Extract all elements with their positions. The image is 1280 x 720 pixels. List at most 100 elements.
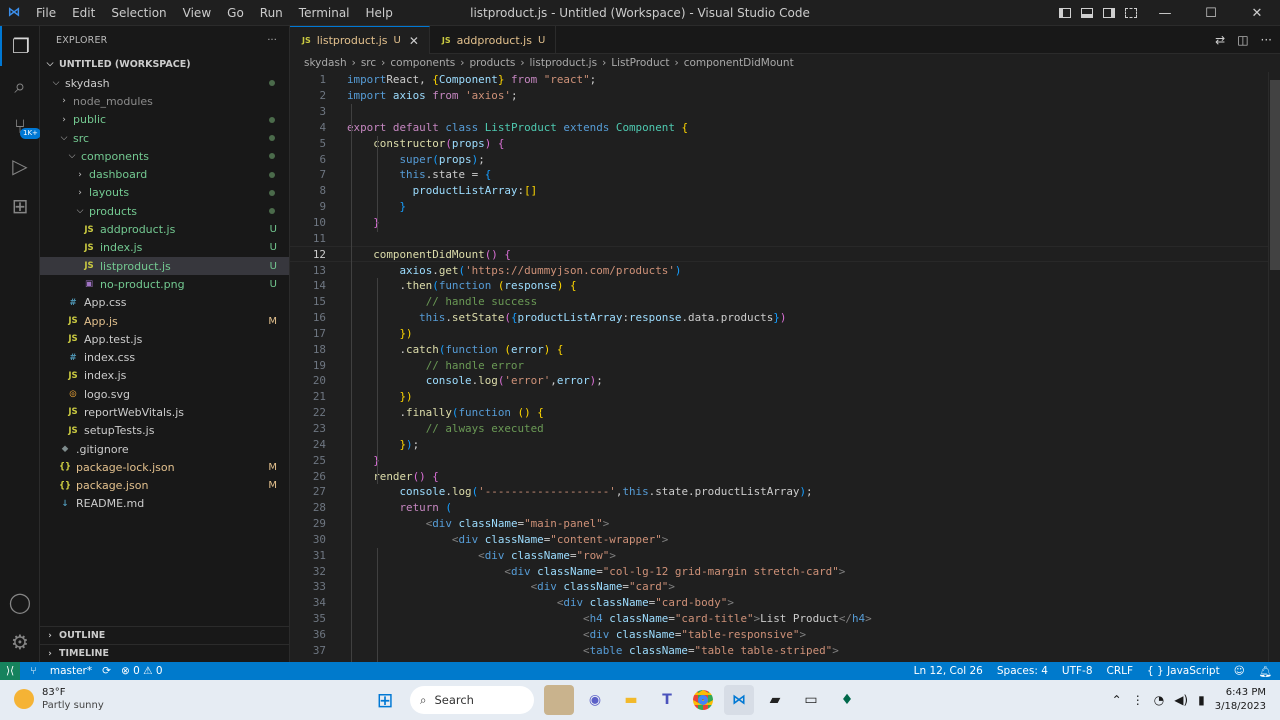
close-window-button[interactable]: ✕ [1234, 0, 1280, 26]
code-line[interactable]: 16 this.setState({productListArray:respo… [290, 310, 1268, 326]
folder-item[interactable]: ⌵ products [40, 202, 289, 220]
menu-item-file[interactable]: File [28, 0, 64, 26]
code-line[interactable]: 5 constructor(props) { [290, 135, 1268, 151]
file-item[interactable]: ◆ .gitignore [40, 440, 289, 458]
code-line[interactable]: 15 // handle success [290, 294, 1268, 310]
file-item[interactable]: {} package.json M [40, 477, 289, 495]
code-line[interactable]: 37 <table className="table table-striped… [290, 642, 1268, 658]
editor-scrollbar[interactable] [1268, 72, 1280, 662]
taskbar-search[interactable]: ⌕ Search [410, 686, 534, 714]
folder-item[interactable]: › dashboard [40, 165, 289, 183]
mongodb-icon[interactable]: ♦ [832, 685, 862, 715]
indentation[interactable]: Spaces: 4 [997, 665, 1048, 678]
folder-item[interactable]: ⌵ skydash [40, 74, 289, 92]
folder-item[interactable]: › layouts [40, 184, 289, 202]
code-line[interactable]: 19 // handle error [290, 357, 1268, 373]
code-line[interactable]: 33 <div className="card"> [290, 579, 1268, 595]
teams-icon[interactable]: T [652, 685, 682, 715]
search-icon[interactable]: ⌕ [0, 66, 40, 106]
encoding[interactable]: UTF-8 [1062, 665, 1093, 678]
clock[interactable]: 6:43 PM 3/18/2023 [1215, 686, 1266, 714]
code-line[interactable]: 35 <h4 className="card-title">List Produ… [290, 611, 1268, 627]
minimize-button[interactable]: — [1142, 0, 1188, 26]
sticky-notes-icon[interactable]: ▰ [760, 685, 790, 715]
task-view-icon[interactable] [544, 685, 574, 715]
customize-layout-icon[interactable] [1120, 0, 1142, 26]
language-mode[interactable]: { } JavaScript [1147, 665, 1220, 678]
accounts-icon[interactable]: ◯ [0, 582, 40, 622]
explorer-icon[interactable]: ❐ [0, 26, 40, 66]
remote-icon[interactable]: ⟩⟨ [0, 662, 21, 680]
menu-item-view[interactable]: View [175, 0, 219, 26]
code-line[interactable]: 1 importReact, {Component} from "react"; [290, 72, 1268, 88]
code-line[interactable]: 4 export default class ListProduct extend… [290, 120, 1268, 136]
file-item[interactable]: # App.css [40, 294, 289, 312]
code-line[interactable]: 30 <div className="content-wrapper"> [290, 531, 1268, 547]
timeline-section[interactable]: › TIMELINE [40, 644, 290, 662]
battery-icon[interactable]: ▮ [1198, 693, 1205, 707]
split-editor-icon[interactable]: ◫ [1237, 33, 1248, 47]
breadcrumb-item[interactable]: listproduct.js [530, 57, 598, 69]
breadcrumb-item[interactable]: src [361, 57, 376, 69]
weather-widget[interactable]: 83°F Partly sunny [14, 686, 104, 712]
menu-item-terminal[interactable]: Terminal [291, 0, 358, 26]
menu-item-selection[interactable]: Selection [103, 0, 174, 26]
code-line[interactable]: 14 .then(function (response) { [290, 278, 1268, 294]
menu-item-run[interactable]: Run [252, 0, 291, 26]
code-line[interactable]: 32 <div className="col-lg-12 grid-margin… [290, 563, 1268, 579]
code-editor[interactable]: 1 importReact, {Component} from "react"; 2… [290, 72, 1268, 662]
close-tab-icon[interactable]: ✕ [409, 34, 419, 48]
breadcrumb-item[interactable]: ListProduct [611, 57, 669, 69]
file-item[interactable]: ◎ logo.svg [40, 385, 289, 403]
chrome-icon[interactable] [688, 685, 718, 715]
folder-item[interactable]: › node_modules [40, 92, 289, 110]
file-item[interactable]: JS index.js U [40, 239, 289, 257]
code-line[interactable]: 22 .finally(function () { [290, 405, 1268, 421]
workspace-header[interactable]: ⌵ UNTITLED (WORKSPACE) [40, 54, 289, 74]
feedback-icon[interactable]: ☺ [1234, 665, 1245, 678]
sync-icon[interactable]: ⟳ [102, 665, 111, 677]
problems-status[interactable]: ⊗ 0 ⚠ 0 [121, 665, 163, 677]
code-line[interactable]: 11 [290, 230, 1268, 246]
notifications-bell-icon[interactable]: 🔔︎ [1259, 665, 1272, 678]
cursor-position[interactable]: Ln 12, Col 26 [914, 665, 983, 678]
chat-icon[interactable]: ◉ [580, 685, 610, 715]
toggle-panel-icon[interactable] [1076, 0, 1098, 26]
code-line[interactable]: 28 return ( [290, 500, 1268, 516]
code-line[interactable]: 9 } [290, 199, 1268, 215]
code-line[interactable]: 2 import axios from 'axios'; [290, 88, 1268, 104]
code-line[interactable]: 10 } [290, 215, 1268, 231]
menu-item-help[interactable]: Help [358, 0, 401, 26]
wifi-icon[interactable]: ◔ [1154, 693, 1164, 707]
maximize-button[interactable]: ☐ [1188, 0, 1234, 26]
file-item[interactable]: JS reportWebVitals.js [40, 403, 289, 421]
line-ending[interactable]: CRLF [1107, 665, 1134, 678]
breadcrumb-item[interactable]: componentDidMount [684, 57, 794, 69]
code-line[interactable]: 26 render() { [290, 468, 1268, 484]
more-actions-icon[interactable]: ··· [1261, 33, 1272, 47]
code-line[interactable]: 3 [290, 104, 1268, 120]
code-line[interactable]: 29 <div className="main-panel"> [290, 516, 1268, 532]
file-item[interactable]: ↓ README.md [40, 495, 289, 513]
code-line[interactable]: 8 productListArray:[] [290, 183, 1268, 199]
code-line[interactable]: 18 .catch(function (error) { [290, 341, 1268, 357]
tray-overflow-icon[interactable]: ⌃ [1112, 693, 1122, 707]
folder-item[interactable]: › public [40, 111, 289, 129]
code-line[interactable]: 27 console.log('-------------------',thi… [290, 484, 1268, 500]
tab-listproduct[interactable]: JS listproduct.js U ✕ [290, 26, 430, 54]
volume-icon[interactable]: ◀) [1174, 693, 1188, 707]
folder-item[interactable]: ⌵ src [40, 129, 289, 147]
branch-status[interactable]: ⑂ master* [30, 665, 92, 677]
file-item[interactable]: JS addproduct.js U [40, 220, 289, 238]
explorer-more-icon[interactable]: ··· [267, 35, 277, 46]
windows-start-icon[interactable]: ⊞ [370, 685, 400, 715]
code-line[interactable]: 17 }) [290, 326, 1268, 342]
file-item[interactable]: JS setupTests.js [40, 422, 289, 440]
terminal-icon[interactable]: ▭ [796, 685, 826, 715]
breadcrumb-item[interactable]: skydash [304, 57, 347, 69]
code-line[interactable]: 13 axios.get('https://dummyjson.com/prod… [290, 262, 1268, 278]
toggle-primary-sidebar-icon[interactable] [1054, 0, 1076, 26]
open-changes-icon[interactable]: ⇄ [1215, 33, 1225, 47]
code-line[interactable]: 25 } [290, 452, 1268, 468]
outline-section[interactable]: › OUTLINE [40, 626, 290, 644]
